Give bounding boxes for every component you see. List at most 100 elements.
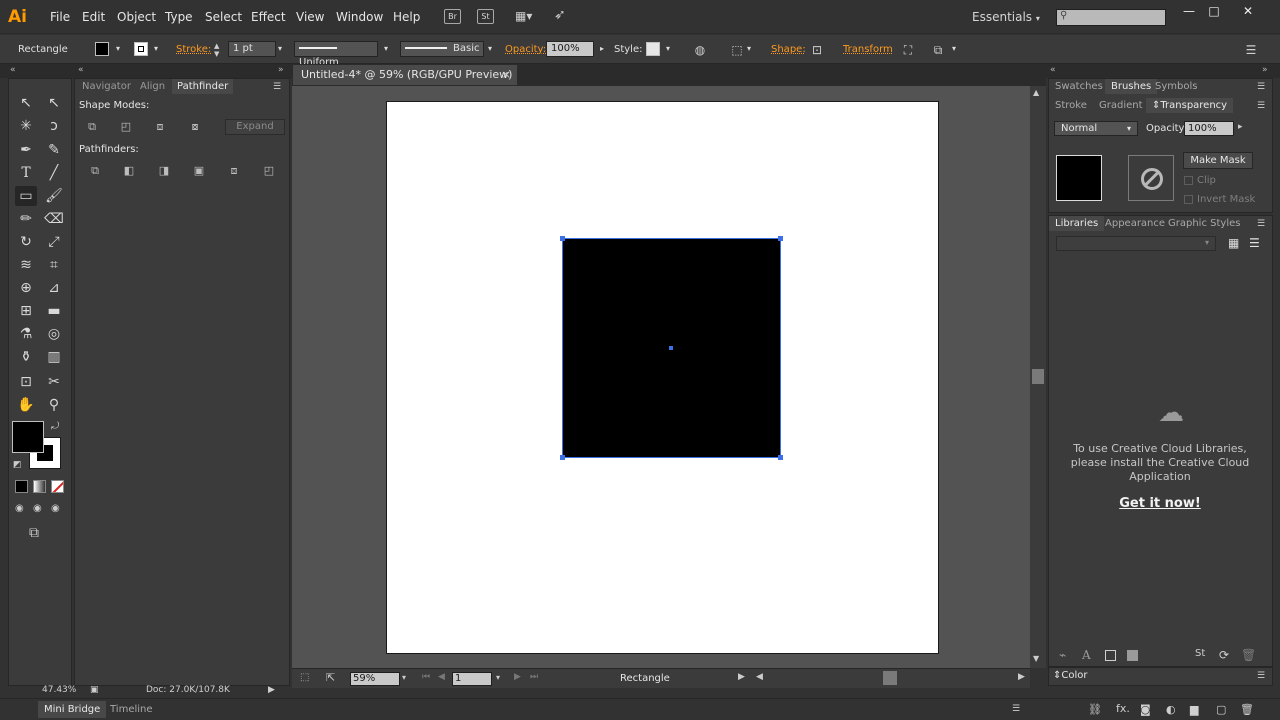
fill-color-box[interactable] <box>12 421 44 453</box>
mesh-icon[interactable]: ⊞ <box>15 301 37 321</box>
swap-colors-icon[interactable]: ⤾ <box>51 421 59 432</box>
chevron-down-icon[interactable]: ▾ <box>402 673 406 682</box>
intersect-icon[interactable]: ⧈ <box>153 121 167 133</box>
draw-normal-icon[interactable]: ◉ <box>15 503 24 514</box>
eyedropper-icon[interactable]: ⚗ <box>15 324 37 344</box>
chevron-right-icon[interactable]: ▸ <box>597 41 607 57</box>
chevron-down-icon[interactable]: ▾ <box>496 673 500 682</box>
tab-symbols[interactable]: Symbols <box>1149 79 1203 94</box>
opacity-label[interactable]: Opacity: <box>505 44 546 55</box>
rectangle-icon[interactable]: ▭ <box>15 186 37 206</box>
line-icon[interactable]: ╱ <box>43 163 65 183</box>
divide-icon[interactable]: ⧉ <box>88 165 102 177</box>
next-artboard-icon[interactable]: ▶ <box>514 672 521 682</box>
draw-behind-icon[interactable]: ◉ <box>33 503 42 514</box>
pencil-icon[interactable]: ✏ <box>15 209 37 229</box>
trash-icon[interactable]: 🗑 <box>1241 648 1256 662</box>
close-window-button[interactable]: ✕ <box>1238 4 1258 20</box>
menu-file[interactable]: File <box>50 10 70 24</box>
maximize-button[interactable]: □ <box>1204 4 1224 20</box>
scale-icon[interactable]: ⤢ <box>43 232 65 252</box>
stroke-swatch[interactable] <box>134 42 148 56</box>
stock-icon[interactable]: St <box>1195 648 1205 659</box>
free-transform-icon[interactable]: ⌗ <box>43 255 65 275</box>
minus-front-icon[interactable]: ◰ <box>119 121 133 133</box>
brush-definition[interactable]: Basic <box>400 41 484 57</box>
panel-menu-icon[interactable]: ☰ <box>1257 101 1265 111</box>
panel-menu-icon[interactable]: ☰ <box>273 82 281 92</box>
menu-view[interactable]: View <box>296 10 324 24</box>
transform-label[interactable]: Transform <box>843 44 893 55</box>
chevron-down-icon[interactable]: ▾ <box>485 41 495 57</box>
scroll-left-icon[interactable]: ◀ <box>756 672 763 682</box>
expand-button[interactable]: Expand <box>225 119 285 135</box>
scroll-up-icon[interactable]: ▲ <box>1033 88 1039 97</box>
minimize-button[interactable]: — <box>1179 4 1199 20</box>
artboard-icon[interactable]: ⊡ <box>15 372 37 392</box>
object-thumbnail[interactable] <box>1056 155 1102 201</box>
chevron-down-icon[interactable]: ▾ <box>381 41 391 57</box>
selection-handle[interactable] <box>778 236 783 241</box>
doc-info-icon[interactable]: ▣ <box>90 685 99 695</box>
draw-inside-icon[interactable]: ◉ <box>51 503 60 514</box>
blend-icon[interactable]: ◎ <box>43 324 65 344</box>
minus-back-icon[interactable]: ◰ <box>262 165 276 177</box>
close-document-icon[interactable]: × <box>502 65 511 85</box>
color-mode-icon[interactable] <box>15 480 28 493</box>
sync-icon[interactable]: ⟳ <box>1219 648 1229 662</box>
shape-builder-icon[interactable]: ⊕ <box>15 278 37 298</box>
selection-handle[interactable] <box>560 236 565 241</box>
trash-icon[interactable]: 🗑 <box>1240 703 1254 716</box>
first-artboard-icon[interactable]: ⏮ <box>422 672 430 682</box>
curvature-icon[interactable]: ✎ <box>43 140 65 160</box>
grid-view-icon[interactable]: ▦ <box>1228 236 1239 250</box>
chevron-down-icon[interactable]: ▾ <box>275 41 285 57</box>
recolor-artwork-icon[interactable]: ◍ <box>693 43 707 57</box>
search-input[interactable]: ⚲ <box>1056 9 1166 26</box>
gpu-performance-icon[interactable]: ➶ <box>554 7 572 25</box>
stroke-label[interactable]: Stroke: <box>176 44 211 55</box>
mask-thumbnail[interactable] <box>1128 155 1174 201</box>
bridge-icon[interactable]: Br <box>444 9 461 24</box>
tab-swatches[interactable]: Swatches <box>1049 79 1109 94</box>
chevron-down-icon[interactable]: ▾ <box>113 41 123 57</box>
add-fill-icon[interactable] <box>1127 650 1138 661</box>
type-icon[interactable]: T <box>15 163 37 183</box>
style-swatch[interactable] <box>646 42 660 56</box>
graph-icon[interactable]: ▥ <box>43 347 65 367</box>
panel-menu-icon[interactable]: ☰ <box>1257 671 1265 681</box>
expand-panel-icon[interactable]: » <box>278 65 284 75</box>
tab-graphic-styles[interactable]: Graphic Styles <box>1162 216 1246 231</box>
chevron-down-icon[interactable]: ▾ <box>744 41 754 57</box>
chevron-right-icon[interactable]: ▶ <box>268 685 275 695</box>
horizontal-scroll-thumb[interactable] <box>883 671 897 685</box>
chevron-down-icon[interactable]: ▾ <box>949 41 959 57</box>
collapse-tools-icon[interactable]: « <box>10 65 16 75</box>
outline-icon[interactable]: ⧈ <box>227 165 241 177</box>
default-colors-icon[interactable]: ◩ <box>13 460 22 470</box>
previous-artboard-icon[interactable]: ◀ <box>438 672 445 682</box>
library-dropdown[interactable]: ▾ <box>1056 236 1216 251</box>
invert-mask-checkbox[interactable] <box>1184 195 1193 204</box>
vertical-scroll-thumb[interactable] <box>1032 369 1044 384</box>
perspective-icon[interactable]: ⊿ <box>43 278 65 298</box>
gradient-mode-icon[interactable] <box>33 480 46 493</box>
tab-timeline[interactable]: Timeline <box>104 701 159 718</box>
add-color-icon[interactable] <box>1105 650 1116 661</box>
tab-transparency[interactable]: ⇕Transparency <box>1146 98 1234 113</box>
expand-right-icon[interactable]: » <box>1262 65 1268 75</box>
shape-label[interactable]: Shape: <box>771 44 806 55</box>
gradient-icon[interactable]: ▬ <box>43 301 65 321</box>
chevron-down-icon[interactable]: ▾ <box>663 41 673 57</box>
collapse-right-icon[interactable]: « <box>1050 65 1056 75</box>
workspace-switcher[interactable]: Essentials ▾ <box>972 10 1040 24</box>
selection-handle[interactable] <box>778 455 783 460</box>
link-icon[interactable]: ⛓ <box>1088 703 1102 716</box>
fill-swatch[interactable] <box>95 42 109 56</box>
lasso-icon[interactable]: ↄ <box>43 116 65 136</box>
stroke-stepper[interactable]: ▲ ▼ <box>214 42 224 58</box>
width-icon[interactable]: ≋ <box>15 255 37 275</box>
screen-mode-icon[interactable]: ⧉ <box>29 525 39 541</box>
menu-edit[interactable]: Edit <box>82 10 105 24</box>
stroke-weight-field[interactable]: 1 pt <box>228 41 276 57</box>
